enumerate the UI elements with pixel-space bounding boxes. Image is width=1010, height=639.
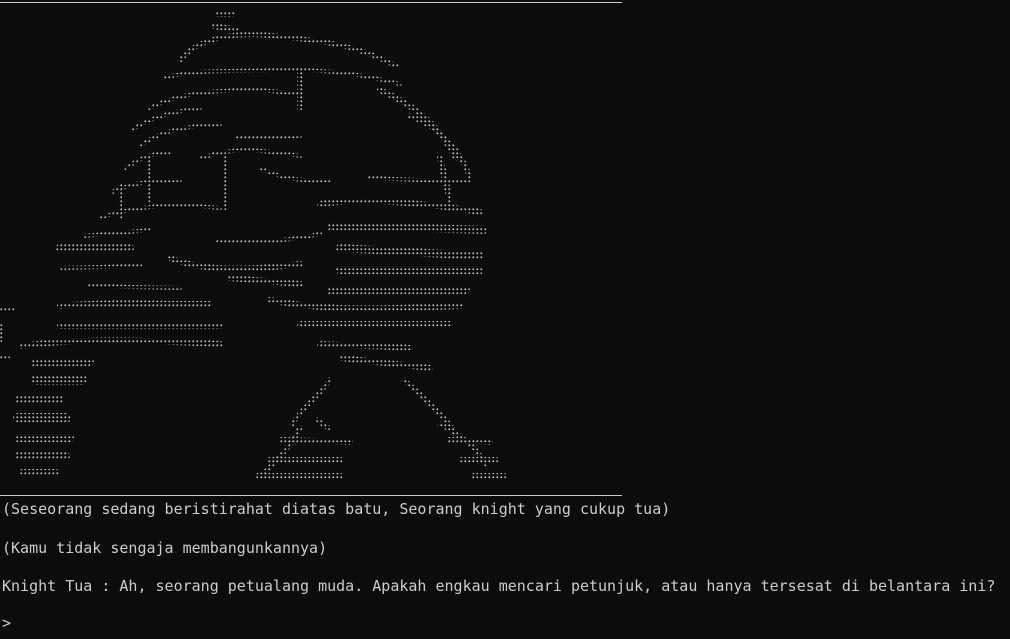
command-input[interactable] (17, 614, 998, 632)
narration-line-rest: (Seseorang sedang beristirahat diatas ba… (2, 500, 671, 518)
knight-dialogue-line: Knight Tua : Ah, seorang petualang muda.… (2, 577, 996, 595)
command-prompt[interactable]: > (2, 614, 998, 632)
knight-ascii-art (0, 11, 507, 479)
prompt-symbol: > (2, 614, 12, 632)
terminal-window: (Seseorang sedang beristirahat diatas ba… (0, 0, 1010, 639)
narration-line-wake: (Kamu tidak sengaja membangunkannya) (2, 539, 328, 557)
separator-top (0, 2, 622, 3)
separator-bottom (0, 495, 622, 496)
